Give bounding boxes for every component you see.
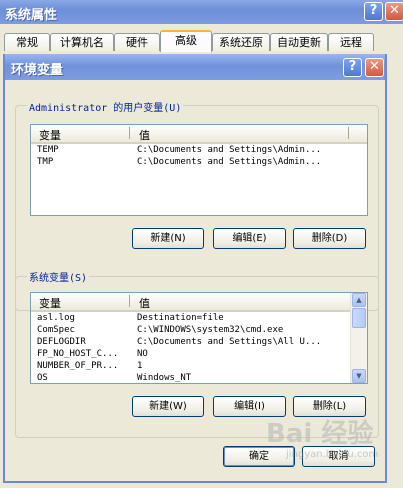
- watermark-url: jingyan.baidu.com: [286, 449, 379, 460]
- user-variables-label: Administrator 的用户变量(U): [27, 99, 184, 114]
- variable-value: C:\WINDOWS\system32\cmd.exe: [137, 325, 284, 335]
- dialog-close-button[interactable]: ✕: [365, 58, 384, 77]
- tab-system-restore[interactable]: 系统还原: [212, 33, 270, 51]
- dialog-title: 环境变量: [11, 63, 64, 78]
- dialog-titlebar: 环境变量 ? ✕: [5, 54, 385, 80]
- scroll-thumb[interactable]: [352, 308, 366, 328]
- system-properties-titlebar: 系统属性 ? ✕: [0, 0, 403, 24]
- system-variables-list[interactable]: 变量 值 asl.log Destination=file ComSpec C:…: [30, 292, 368, 384]
- dialog-help-button[interactable]: ?: [343, 58, 362, 77]
- system-list-scrollbar[interactable]: ▲ ▼: [350, 293, 367, 383]
- variable-name: NUMBER_OF_PR...: [37, 361, 119, 371]
- scroll-down-arrow-icon[interactable]: ▼: [352, 369, 366, 383]
- column-name-header[interactable]: 变量: [39, 127, 61, 143]
- variable-value: C:\Documents and Settings\Admin...: [137, 157, 322, 167]
- column-name-header[interactable]: 变量: [39, 295, 61, 311]
- close-button[interactable]: ✕: [385, 2, 403, 21]
- variable-value: NO: [137, 349, 148, 359]
- variable-name: TEMP: [37, 145, 59, 155]
- tab-general[interactable]: 常规: [4, 33, 50, 51]
- column-separator[interactable]: [129, 127, 130, 139]
- tab-computer-name[interactable]: 计算机名: [50, 33, 114, 51]
- system-variables-label: 系统变量(S): [27, 269, 90, 284]
- column-separator[interactable]: [129, 295, 130, 307]
- user-edit-button[interactable]: 编辑(E): [213, 228, 286, 249]
- tab-advanced[interactable]: 高级: [160, 30, 212, 52]
- variable-value: C:\Documents and Settings\All U...: [137, 337, 322, 347]
- window-title: 系统属性: [5, 8, 58, 23]
- help-button[interactable]: ?: [364, 2, 383, 21]
- system-new-button[interactable]: 新建(W): [132, 396, 204, 417]
- tab-hardware[interactable]: 硬件: [114, 33, 160, 51]
- baidu-watermark: Bai 经验: [266, 419, 374, 449]
- column-value-header[interactable]: 值: [139, 127, 150, 143]
- tab-automatic-updates[interactable]: 自动更新: [270, 33, 328, 51]
- system-list-header: 变量 值: [31, 293, 351, 312]
- variable-value: 1: [137, 361, 143, 371]
- tab-remote[interactable]: 远程: [328, 33, 374, 51]
- user-delete-button[interactable]: 删除(D): [293, 228, 366, 249]
- variable-name: FP_NO_HOST_C...: [37, 349, 119, 359]
- variable-value: Destination=file: [137, 313, 224, 323]
- column-separator[interactable]: [348, 127, 349, 139]
- scroll-up-arrow-icon[interactable]: ▲: [352, 293, 366, 307]
- variable-value: C:\Documents and Settings\Admin...: [137, 145, 322, 155]
- variable-name: DEFLOGDIR: [37, 337, 86, 347]
- variable-name: ComSpec: [37, 325, 75, 335]
- variable-name: TMP: [37, 157, 54, 167]
- user-variables-list[interactable]: 变量 值 TEMP C:\Documents and Settings\Admi…: [30, 124, 368, 216]
- column-value-header[interactable]: 值: [139, 295, 150, 311]
- user-list-header: 变量 值: [31, 125, 367, 144]
- user-new-button[interactable]: 新建(N): [132, 228, 204, 249]
- variable-name: asl.log: [37, 313, 75, 323]
- variable-name: OS: [37, 373, 48, 383]
- variable-value: Windows_NT: [137, 373, 192, 383]
